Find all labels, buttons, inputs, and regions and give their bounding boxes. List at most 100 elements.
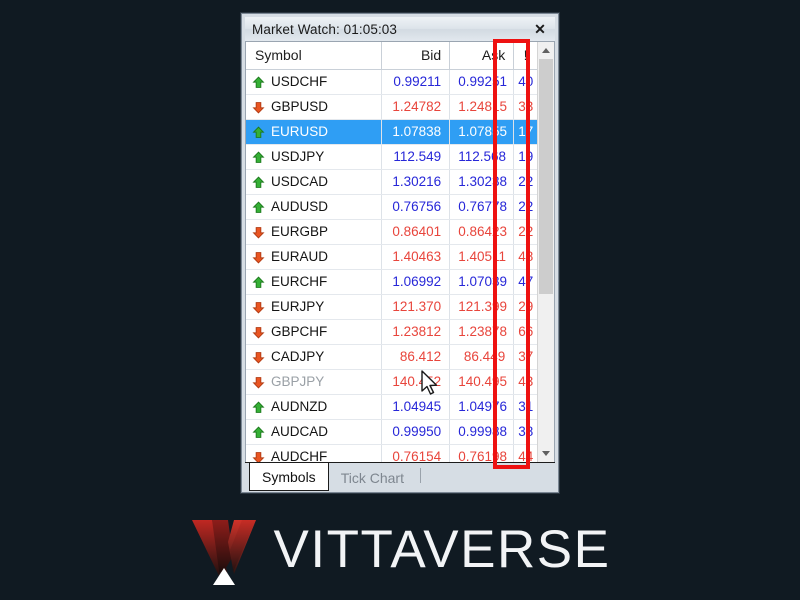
cell-bid[interactable]: 0.76756 xyxy=(381,194,451,220)
cell-bid[interactable]: 0.99211 xyxy=(381,69,451,95)
vertical-scrollbar[interactable] xyxy=(537,42,554,462)
cell-bid[interactable]: 86.412 xyxy=(381,344,451,370)
cell-ask[interactable]: 0.99251 xyxy=(449,69,515,95)
cell-symbol[interactable]: GBPCHF xyxy=(246,319,382,345)
cell-symbol[interactable]: AUDUSD xyxy=(246,194,382,220)
table-row[interactable]: EURGBP 0.86401 0.86423 22 xyxy=(246,219,537,245)
scroll-up-arrow-icon[interactable] xyxy=(538,42,554,59)
table-row[interactable]: EURJPY 121.370 121.399 29 xyxy=(246,294,537,320)
scrollbar-track[interactable] xyxy=(538,59,554,445)
window-title-bar[interactable]: Market Watch: 01:05:03 ✕ xyxy=(245,17,555,41)
cell-bid[interactable]: 121.370 xyxy=(381,294,451,320)
column-header-bid[interactable]: Bid xyxy=(381,42,451,70)
table-row[interactable]: EURCHF 1.06992 1.07039 47 xyxy=(246,269,537,295)
cell-spread[interactable]: 19 xyxy=(513,144,537,170)
table-row[interactable]: EURAUD 1.40463 1.40511 48 xyxy=(246,244,537,270)
scroll-down-arrow-icon[interactable] xyxy=(538,445,554,462)
table-row[interactable]: GBPCHF 1.23812 1.23878 66 xyxy=(246,319,537,345)
cell-symbol[interactable]: USDCHF xyxy=(246,69,382,95)
cell-spread[interactable]: 66 xyxy=(513,319,537,345)
cell-symbol[interactable]: USDCAD xyxy=(246,169,382,195)
cell-ask[interactable]: 112.568 xyxy=(449,144,515,170)
cell-ask[interactable]: 0.99988 xyxy=(449,419,515,445)
cell-spread[interactable]: 22 xyxy=(513,219,537,245)
cell-symbol[interactable]: EURAUD xyxy=(246,244,382,270)
column-header-spread[interactable]: ! xyxy=(513,42,537,70)
table-row[interactable]: AUDCAD 0.99950 0.99988 38 xyxy=(246,419,537,445)
cell-ask[interactable]: 1.07039 xyxy=(449,269,515,295)
cell-bid[interactable]: 140.452 xyxy=(381,369,451,395)
cell-symbol[interactable]: GBPJPY xyxy=(246,369,382,395)
column-header-symbol[interactable]: Symbol xyxy=(246,42,382,70)
cell-spread[interactable]: 43 xyxy=(513,369,537,395)
cell-spread[interactable]: 40 xyxy=(513,69,537,95)
vittaverse-logo: VITTAVERSE xyxy=(0,510,800,588)
cell-symbol[interactable]: EURUSD xyxy=(246,119,382,145)
table-row[interactable]: USDCHF 0.99211 0.99251 40 xyxy=(246,69,537,95)
cell-symbol[interactable]: USDJPY xyxy=(246,144,382,170)
cell-spread[interactable]: 31 xyxy=(513,394,537,420)
tab-symbols[interactable]: Symbols xyxy=(249,463,329,491)
cell-symbol[interactable]: AUDNZD xyxy=(246,394,382,420)
table-row[interactable]: AUDCHF 0.76154 0.76198 44 xyxy=(246,444,537,462)
arrow-down-icon xyxy=(252,376,265,389)
cell-symbol[interactable]: AUDCHF xyxy=(246,444,382,462)
cell-ask[interactable]: 1.04976 xyxy=(449,394,515,420)
cell-bid[interactable]: 1.06992 xyxy=(381,269,451,295)
cell-spread[interactable]: 33 xyxy=(513,94,537,120)
cell-ask[interactable]: 1.23878 xyxy=(449,319,515,345)
table-row[interactable]: GBPJPY 140.452 140.495 43 xyxy=(246,369,537,395)
cell-symbol[interactable]: GBPUSD xyxy=(246,94,382,120)
table-row[interactable]: AUDUSD 0.76756 0.76778 22 xyxy=(246,194,537,220)
cell-ask[interactable]: 140.495 xyxy=(449,369,515,395)
cell-ask[interactable]: 1.30238 xyxy=(449,169,515,195)
cell-symbol[interactable]: AUDCAD xyxy=(246,419,382,445)
cell-bid[interactable]: 0.86401 xyxy=(381,219,451,245)
cell-symbol[interactable]: EURCHF xyxy=(246,269,382,295)
tab-tick-chart-label: Tick Chart xyxy=(340,470,404,486)
cell-spread[interactable]: 22 xyxy=(513,169,537,195)
tab-divider xyxy=(419,467,421,483)
cell-bid[interactable]: 1.04945 xyxy=(381,394,451,420)
cell-bid[interactable]: 1.30216 xyxy=(381,169,451,195)
cell-symbol[interactable]: EURJPY xyxy=(246,294,382,320)
cell-spread[interactable]: 22 xyxy=(513,194,537,220)
arrow-up-icon xyxy=(252,75,265,88)
cell-spread[interactable]: 17 xyxy=(513,119,537,145)
cell-spread[interactable]: 48 xyxy=(513,244,537,270)
cell-spread[interactable]: 47 xyxy=(513,269,537,295)
cell-ask[interactable]: 121.399 xyxy=(449,294,515,320)
cell-bid[interactable]: 0.99950 xyxy=(381,419,451,445)
cell-ask[interactable]: 86.449 xyxy=(449,344,515,370)
table-row[interactable]: USDCAD 1.30216 1.30238 22 xyxy=(246,169,537,195)
cell-ask[interactable]: 1.24815 xyxy=(449,94,515,120)
cell-symbol[interactable]: CADJPY xyxy=(246,344,382,370)
table-row[interactable]: EURUSD 1.07838 1.07855 17 xyxy=(246,119,537,145)
cell-spread[interactable]: 29 xyxy=(513,294,537,320)
cell-bid[interactable]: 1.24782 xyxy=(381,94,451,120)
column-header-ask[interactable]: Ask xyxy=(449,42,515,70)
table-row[interactable]: GBPUSD 1.24782 1.24815 33 xyxy=(246,94,537,120)
cell-bid[interactable]: 1.07838 xyxy=(381,119,451,145)
table-row[interactable]: AUDNZD 1.04945 1.04976 31 xyxy=(246,394,537,420)
cell-ask[interactable]: 0.76778 xyxy=(449,194,515,220)
tab-tick-chart[interactable]: Tick Chart xyxy=(329,465,416,491)
cell-bid[interactable]: 112.549 xyxy=(381,144,451,170)
cell-bid[interactable]: 0.76154 xyxy=(381,444,451,462)
cell-ask[interactable]: 0.86423 xyxy=(449,219,515,245)
quotes-grid[interactable]: Symbol Bid Ask ! USDCHF 0.99211 0.99251 40 G… xyxy=(246,42,537,462)
cell-spread[interactable]: 37 xyxy=(513,344,537,370)
cell-bid[interactable]: 1.40463 xyxy=(381,244,451,270)
symbol-label: GBPJPY xyxy=(271,373,325,389)
cell-ask[interactable]: 1.40511 xyxy=(449,244,515,270)
cell-spread[interactable]: 44 xyxy=(513,444,537,462)
scrollbar-thumb[interactable] xyxy=(539,59,553,295)
cell-spread[interactable]: 38 xyxy=(513,419,537,445)
cell-ask[interactable]: 0.76198 xyxy=(449,444,515,462)
table-row[interactable]: USDJPY 112.549 112.568 19 xyxy=(246,144,537,170)
cell-symbol[interactable]: EURGBP xyxy=(246,219,382,245)
cell-bid[interactable]: 1.23812 xyxy=(381,319,451,345)
table-row[interactable]: CADJPY 86.412 86.449 37 xyxy=(246,344,537,370)
close-icon[interactable]: ✕ xyxy=(529,19,551,39)
cell-ask[interactable]: 1.07855 xyxy=(449,119,515,145)
